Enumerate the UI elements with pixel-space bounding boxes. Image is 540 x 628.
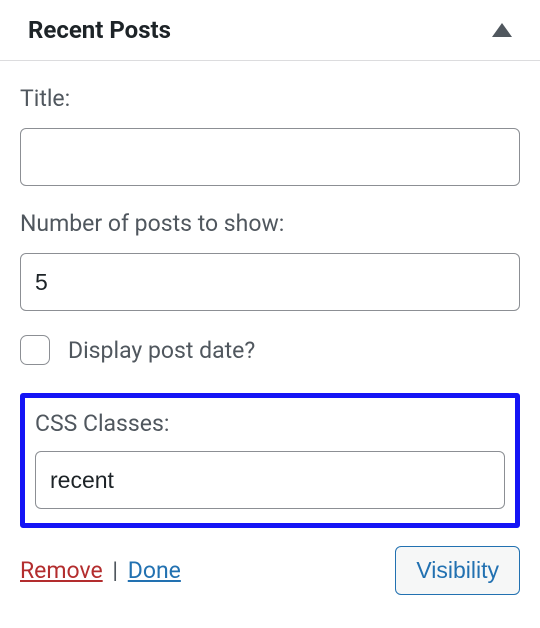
title-label: Title: <box>20 85 520 112</box>
display-date-label: Display post date? <box>68 337 255 364</box>
posts-count-label: Number of posts to show: <box>20 210 520 237</box>
visibility-button[interactable]: Visibility <box>395 546 520 595</box>
display-date-row: Display post date? <box>20 335 520 365</box>
title-input[interactable] <box>20 128 520 186</box>
widget-title: Recent Posts <box>28 16 171 44</box>
separator: | <box>112 557 118 584</box>
title-field-row: Title: <box>20 85 520 186</box>
done-link[interactable]: Done <box>128 557 181 584</box>
collapse-up-icon <box>492 23 512 37</box>
widget-footer: Remove | Done Visibility <box>20 542 520 595</box>
css-classes-highlight: CSS Classes: <box>20 393 520 528</box>
remove-link[interactable]: Remove <box>20 557 103 584</box>
posts-count-field-row: Number of posts to show: <box>20 210 520 311</box>
css-classes-label: CSS Classes: <box>35 410 505 437</box>
widget-header[interactable]: Recent Posts <box>0 0 540 61</box>
posts-count-input[interactable] <box>20 253 520 311</box>
display-date-checkbox[interactable] <box>20 335 50 365</box>
footer-links: Remove | Done <box>20 557 181 584</box>
widget-body: Title: Number of posts to show: Display … <box>0 61 540 615</box>
css-classes-input[interactable] <box>35 451 505 509</box>
